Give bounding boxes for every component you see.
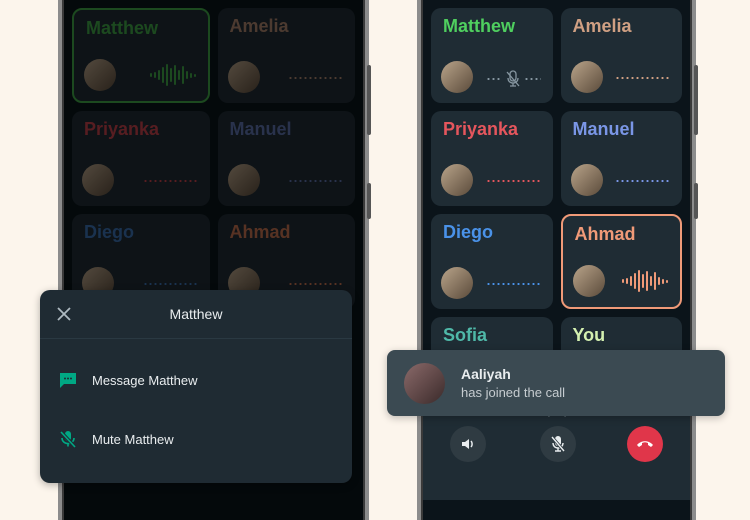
avatar (572, 265, 605, 297)
speaker-icon (462, 439, 473, 449)
participant-name: Sofia (443, 325, 488, 345)
participant-tile[interactable]: Diego (431, 214, 553, 309)
avatar (441, 61, 473, 93)
sheet-header: Matthew (40, 290, 352, 339)
participant-tile[interactable]: Priyanka (431, 111, 553, 206)
mic-off-icon (550, 436, 566, 452)
join-notification: Aaliyah has joined the call (387, 350, 725, 416)
mute-participant-label: Mute Matthew (92, 431, 174, 447)
waveform-bar (666, 279, 668, 283)
waveform-bar (650, 276, 652, 286)
participant-tile[interactable]: Matthew (431, 8, 553, 103)
waveform-bar (658, 277, 660, 285)
waveform-bar (626, 278, 628, 284)
participant-name: You (572, 325, 606, 345)
avatar (441, 164, 473, 196)
mic-off-icon (59, 430, 77, 449)
idle-audio-indicator (485, 283, 541, 285)
mute-button[interactable] (540, 426, 576, 462)
audio-waveform (622, 269, 668, 293)
participant-tile[interactable]: Ahmad (560, 214, 682, 309)
muted-indicator (485, 69, 541, 89)
waveform-bar (646, 271, 648, 291)
speaker-button[interactable] (450, 426, 486, 462)
participant-tile[interactable]: Amelia (560, 8, 682, 103)
participant-tile[interactable]: Manuel (560, 111, 682, 206)
phone-side-button (694, 65, 698, 135)
idle-audio-indicator (485, 180, 541, 182)
mic-off-icon (506, 70, 520, 87)
participant-name: Amelia (572, 16, 632, 36)
phone-side-button (367, 65, 371, 135)
participant-name: Priyanka (443, 119, 519, 139)
waveform-bar (630, 276, 632, 286)
participant-options-sheet: Matthew Message Matthew Mute Matthew (40, 290, 352, 483)
joined-participant-name: Aaliyah (461, 366, 511, 382)
participant-name: Diego (443, 222, 494, 242)
message-icon (60, 373, 76, 388)
waveform-bar (638, 270, 640, 292)
call-controls (423, 405, 690, 500)
avatar (404, 363, 445, 404)
waveform-bar (662, 278, 664, 284)
avatar (570, 61, 603, 93)
avatar (441, 267, 473, 299)
waveform-bar (622, 279, 624, 283)
phone-side-button (367, 183, 371, 219)
sheet-title: Matthew (169, 306, 223, 322)
waveform-bar (642, 274, 644, 288)
avatar (570, 164, 603, 196)
phone-side-button (694, 183, 698, 219)
join-message: has joined the call (461, 385, 566, 400)
participant-name: Ahmad (574, 224, 636, 244)
phone-right: Matthew Amelia Priyanka Manuel Diego Ahmad Sof… (417, 0, 696, 520)
message-participant-item[interactable]: Message Matthew (58, 370, 198, 390)
idle-dots (485, 78, 502, 80)
end-call-button[interactable] (627, 426, 663, 462)
idle-audio-indicator (615, 77, 670, 79)
mute-participant-item[interactable]: Mute Matthew (58, 429, 174, 449)
end-call-icon (637, 441, 653, 447)
idle-dots (524, 78, 541, 80)
call-screen-right: Matthew Amelia Priyanka Manuel Diego Ahmad Sof… (423, 0, 690, 520)
idle-audio-indicator (615, 180, 670, 182)
participant-name: Matthew (443, 16, 515, 36)
waveform-bar (654, 272, 656, 290)
participant-name: Manuel (572, 119, 635, 139)
message-participant-label: Message Matthew (92, 372, 198, 388)
waveform-bar (634, 273, 636, 289)
